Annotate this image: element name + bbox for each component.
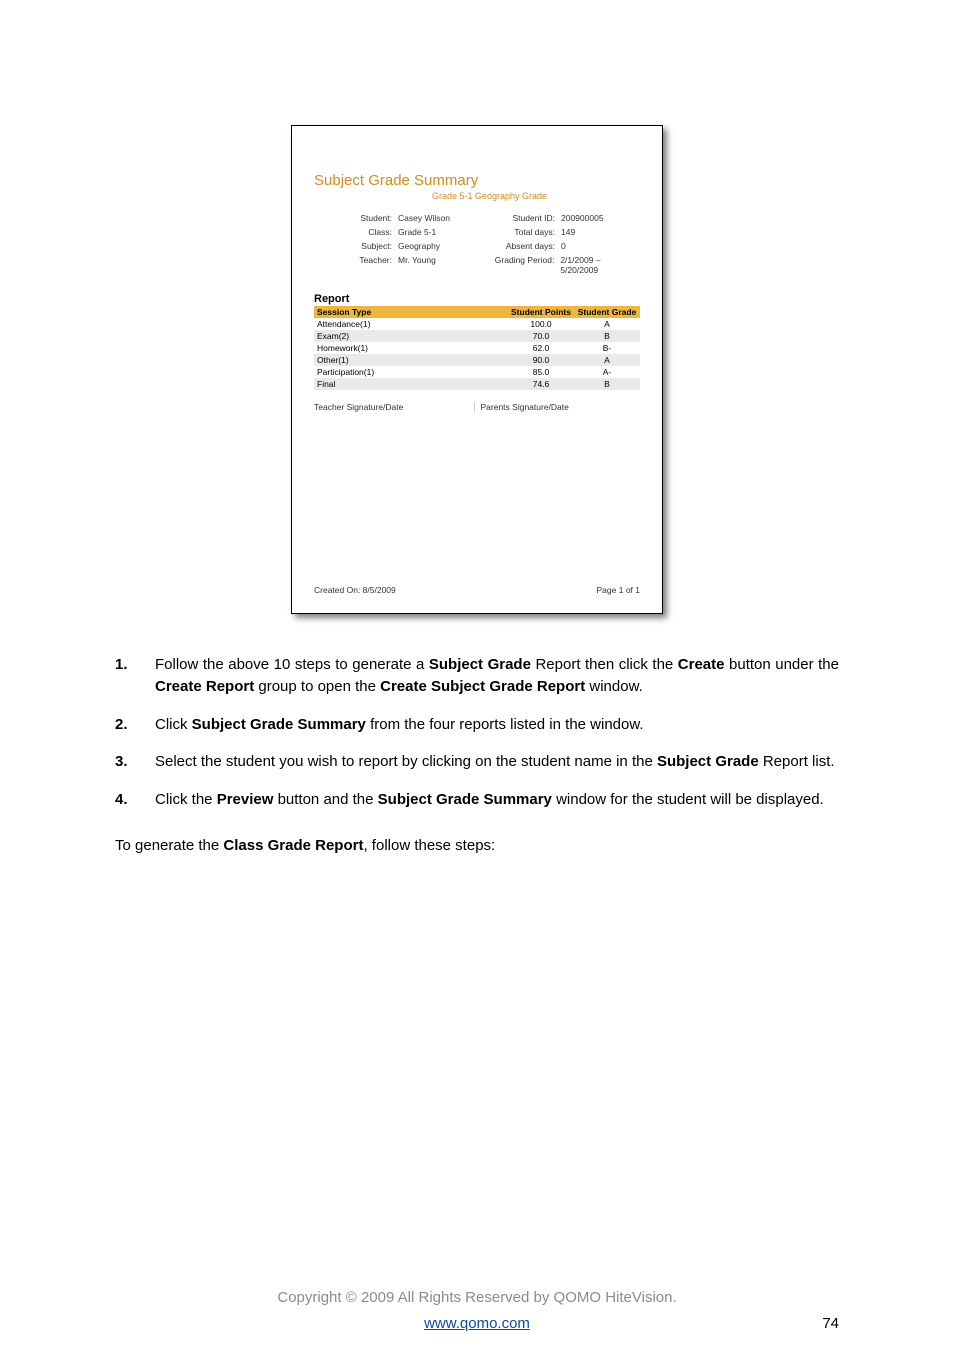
col-type: Session Type xyxy=(314,306,508,318)
website-link[interactable]: www.qomo.com xyxy=(424,1315,530,1332)
table-header: Session Type Student Points Student Grad… xyxy=(314,306,640,318)
step-number: 3. xyxy=(115,751,155,773)
page-number: 74 xyxy=(822,1315,839,1332)
info-label: Student: xyxy=(314,213,396,223)
info-label: Subject: xyxy=(314,241,396,251)
table-row: Attendance(1)100.0A xyxy=(314,318,640,330)
created-on: Created On: 8/5/2009 xyxy=(314,585,396,595)
col-points: Student Points xyxy=(508,306,574,318)
report-table: Session Type Student Points Student Grad… xyxy=(314,306,640,390)
report-subtitle: Grade 5-1 Geography Grade xyxy=(432,191,640,201)
signatures: Teacher Signature/Date Parents Signature… xyxy=(314,402,640,412)
instruction-list: 1. Follow the above 10 steps to generate… xyxy=(115,654,839,811)
step-text: Click Subject Grade Summary from the fou… xyxy=(155,714,839,736)
report-preview: Subject Grade Summary Grade 5-1 Geograph… xyxy=(291,125,663,614)
parent-signature: Parents Signature/Date xyxy=(474,402,641,412)
table-row: Homework(1)62.0B- xyxy=(314,342,640,354)
step-text: Select the student you wish to report by… xyxy=(155,751,839,773)
paragraph: To generate the Class Grade Report, foll… xyxy=(115,837,839,854)
report-title: Subject Grade Summary xyxy=(314,172,640,189)
table-row: Participation(1)85.0A- xyxy=(314,366,640,378)
info-label: Grading Period: xyxy=(477,255,558,275)
info-right: Student ID:200900005 Total days:149 Abse… xyxy=(477,209,640,279)
footer-line: www.qomo.com 74 xyxy=(115,1315,839,1332)
list-item: 1. Follow the above 10 steps to generate… xyxy=(115,654,839,698)
step-text: Click the Preview button and the Subject… xyxy=(155,789,839,811)
info-label: Absent days: xyxy=(477,241,559,251)
info-label: Teacher: xyxy=(314,255,396,265)
info-label: Student ID: xyxy=(477,213,559,223)
list-item: 2. Click Subject Grade Summary from the … xyxy=(115,714,839,736)
col-grade: Student Grade xyxy=(574,306,640,318)
step-number: 4. xyxy=(115,789,155,811)
step-text: Follow the above 10 steps to generate a … xyxy=(155,654,839,698)
step-number: 1. xyxy=(115,654,155,698)
info-value: 0 xyxy=(559,241,566,251)
report-footer: Created On: 8/5/2009 Page 1 of 1 xyxy=(314,585,640,595)
info-label: Class: xyxy=(314,227,396,237)
info-value: 200900005 xyxy=(559,213,604,223)
table-row: Other(1)90.0A xyxy=(314,354,640,366)
info-left: Student:Casey Wilson Class:Grade 5-1 Sub… xyxy=(314,209,477,279)
info-value: 149 xyxy=(559,227,575,237)
info-label: Total days: xyxy=(477,227,559,237)
teacher-signature: Teacher Signature/Date xyxy=(314,402,474,412)
list-item: 4. Click the Preview button and the Subj… xyxy=(115,789,839,811)
document-page: Subject Grade Summary Grade 5-1 Geograph… xyxy=(0,125,954,1360)
info-value: 2/1/2009 – 5/20/2009 xyxy=(558,255,640,275)
info-value: Grade 5-1 xyxy=(396,227,436,237)
table-row: Final74.6B xyxy=(314,378,640,390)
step-number: 2. xyxy=(115,714,155,736)
copyright: Copyright © 2009 All Rights Reserved by … xyxy=(115,1289,839,1306)
report-info: Student:Casey Wilson Class:Grade 5-1 Sub… xyxy=(314,209,640,279)
info-value: Geography xyxy=(396,241,440,251)
report-page: Page 1 of 1 xyxy=(597,585,640,595)
info-value: Casey Wilson xyxy=(396,213,450,223)
report-section-title: Report xyxy=(314,293,640,305)
list-item: 3. Select the student you wish to report… xyxy=(115,751,839,773)
table-row: Exam(2)70.0B xyxy=(314,330,640,342)
info-value: Mr. Young xyxy=(396,255,436,265)
